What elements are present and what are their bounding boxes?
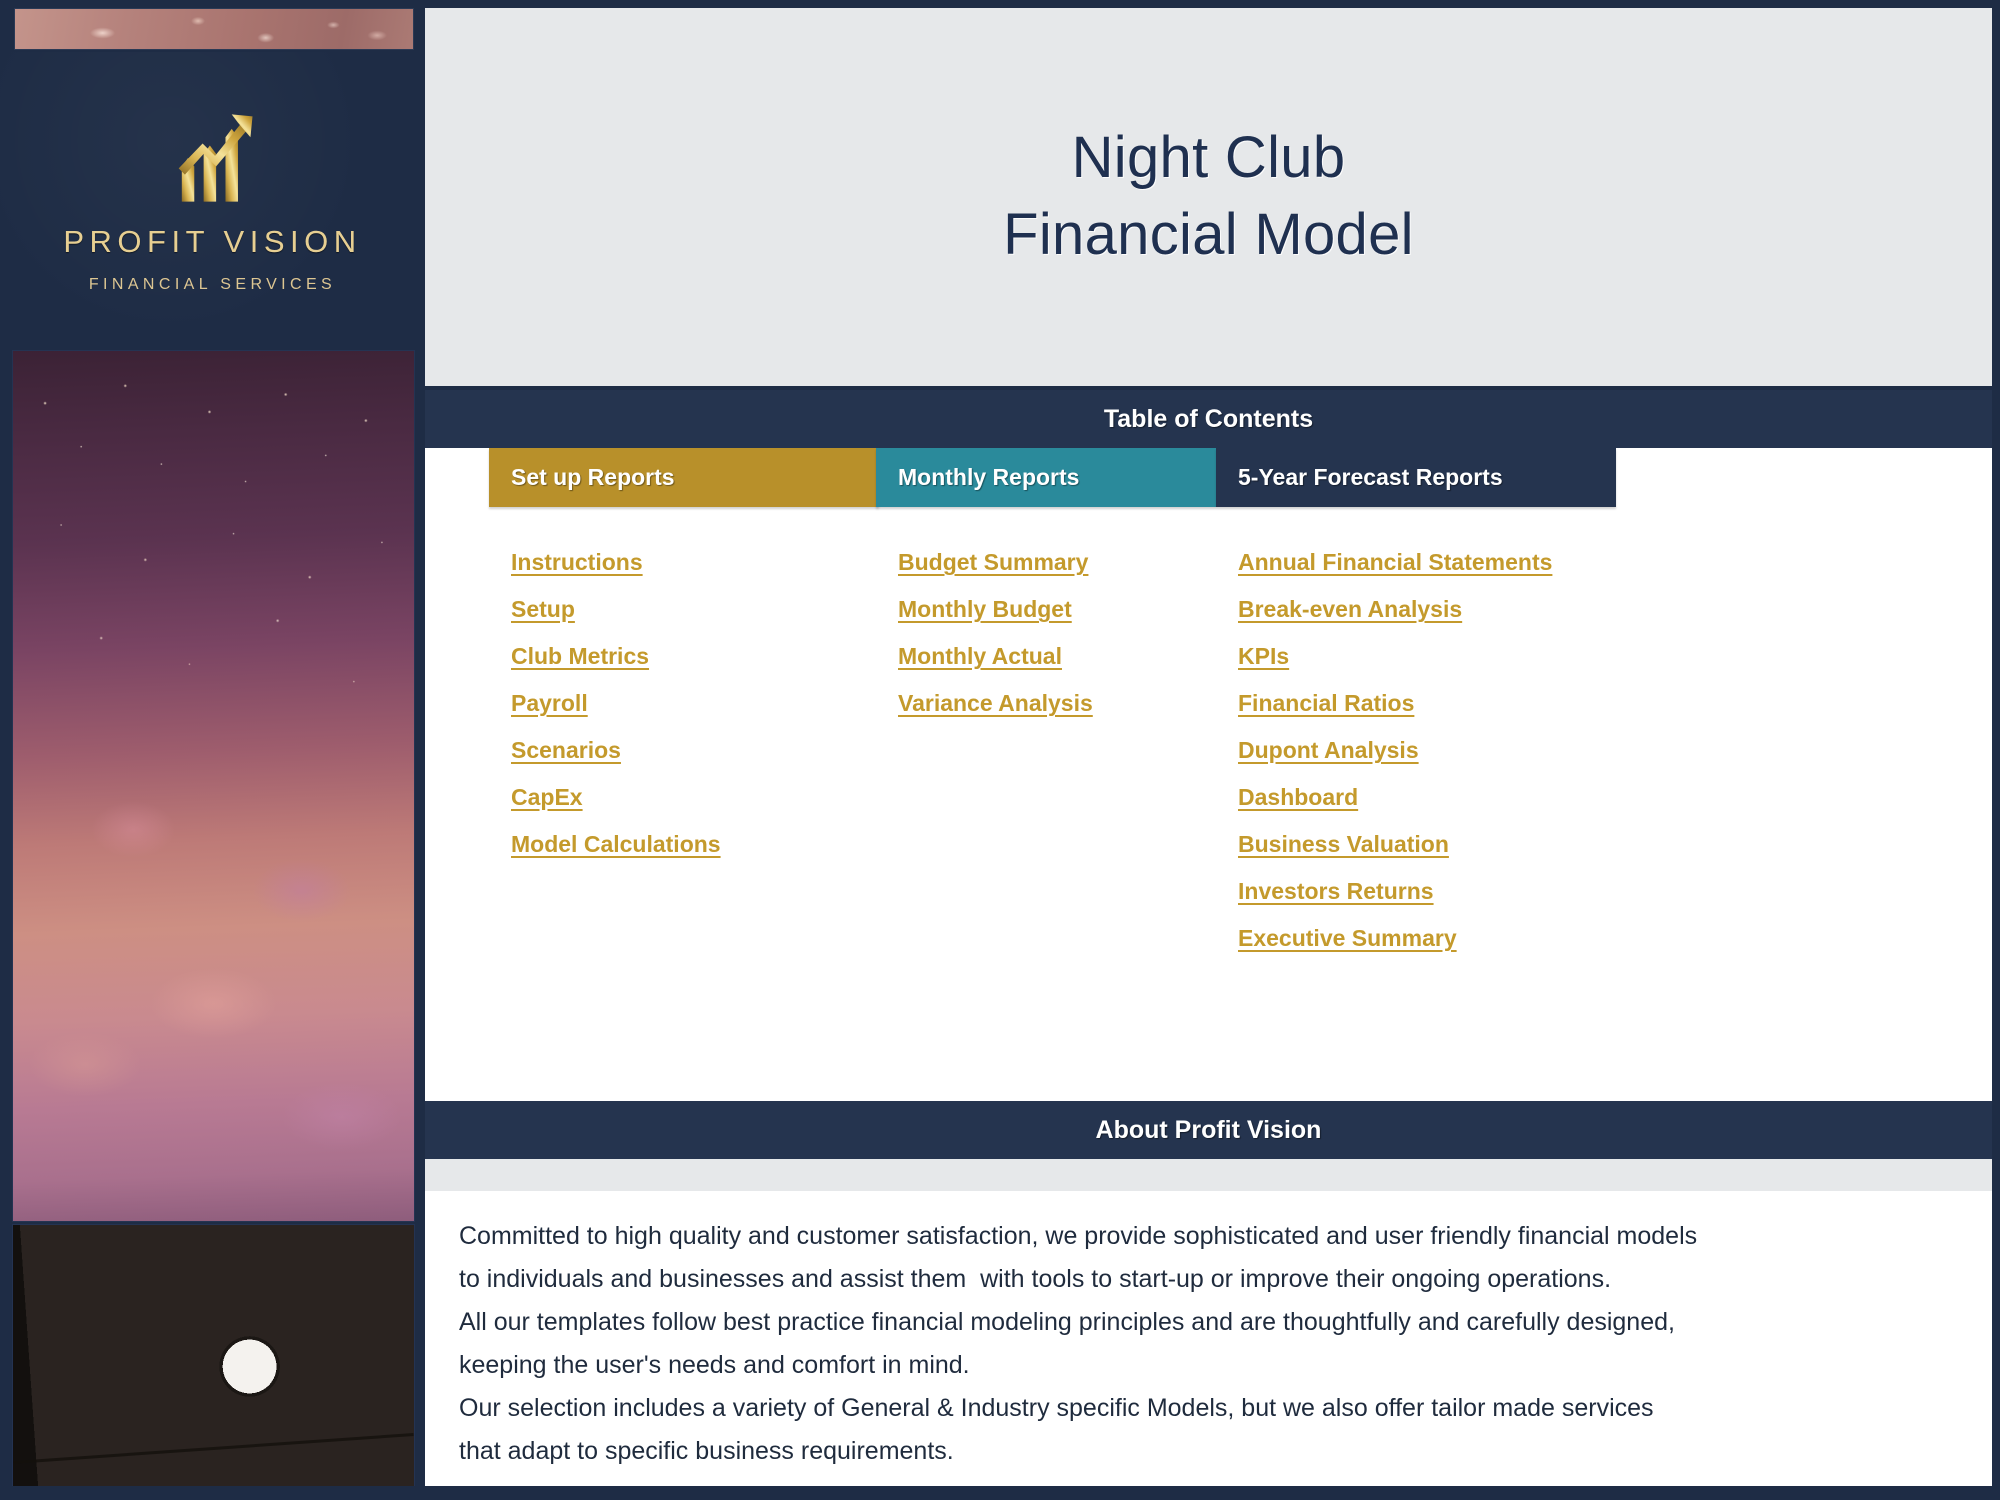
page-title: Night Club Financial Model (425, 8, 1992, 386)
about-spacer (425, 1159, 1992, 1191)
table-of-contents-body: Set up Reports Instructions Setup Club M… (425, 448, 1992, 1101)
about-section-body: Committed to high quality and customer s… (425, 1191, 1992, 1487)
toc-link-list-monthly: Budget Summary Monthly Budget Monthly Ac… (876, 551, 1216, 739)
toc-link-annual-financial-statements[interactable]: Annual Financial Statements (1238, 551, 1552, 574)
toc-link-scenarios[interactable]: Scenarios (511, 739, 621, 762)
night-club-crowd-photo (12, 350, 415, 1222)
brand-sidebar: PROFIT VISION FINANCIAL SERVICES (0, 0, 425, 1500)
toc-link-setup[interactable]: Setup (511, 598, 575, 621)
toc-column-forecast: 5-Year Forecast Reports Annual Financial… (1216, 448, 1616, 974)
about-line-5: Our selection includes a variety of Gene… (459, 1394, 1654, 1422)
bar-chart-growth-arrow-icon (178, 113, 253, 202)
toc-link-capex[interactable]: CapEx (511, 786, 583, 809)
about-section-header: About Profit Vision (425, 1101, 1992, 1159)
footer-band (0, 1486, 2000, 1500)
toc-link-list-forecast: Annual Financial Statements Break-even A… (1216, 551, 1616, 974)
page-title-line-2: Financial Model (1003, 202, 1414, 267)
toc-column-heading-forecast: 5-Year Forecast Reports (1216, 448, 1616, 507)
brand-tagline: FINANCIAL SERVICES (88, 275, 337, 293)
workbook-cover-sheet: PROFIT VISION FINANCIAL SERVICES Night C… (0, 0, 2000, 1500)
toc-link-budget-summary[interactable]: Budget Summary (898, 551, 1088, 574)
toc-link-executive-summary[interactable]: Executive Summary (1238, 927, 1457, 950)
toc-link-dupont-analysis[interactable]: Dupont Analysis (1238, 739, 1419, 762)
toc-column-setup: Set up Reports Instructions Setup Club M… (489, 448, 879, 880)
main-content: Night Club Financial Model Table of Cont… (425, 0, 2000, 1500)
brand-logo-panel: PROFIT VISION FINANCIAL SERVICES (0, 52, 425, 347)
table-of-contents-bar (425, 390, 1825, 448)
about-line-1: Committed to high quality and customer s… (459, 1222, 1698, 1250)
toc-link-list-setup: Instructions Setup Club Metrics Payroll … (489, 551, 879, 880)
toc-column-heading-setup: Set up Reports (489, 448, 879, 507)
toc-column-heading-monthly: Monthly Reports (876, 448, 1216, 507)
toc-link-kpis[interactable]: KPIs (1238, 645, 1289, 668)
about-line-2: to individuals and businesses and assist… (459, 1265, 1612, 1293)
toc-link-monthly-budget[interactable]: Monthly Budget (898, 598, 1072, 621)
toc-link-variance-analysis[interactable]: Variance Analysis (898, 692, 1093, 715)
toc-link-model-calculations[interactable]: Model Calculations (511, 833, 721, 856)
toc-column-monthly: Monthly Reports Budget Summary Monthly B… (876, 448, 1216, 739)
about-line-4: keeping the user's needs and comfort in … (459, 1351, 970, 1379)
toc-link-club-metrics[interactable]: Club Metrics (511, 645, 649, 668)
toc-link-financial-ratios[interactable]: Financial Ratios (1238, 692, 1414, 715)
texture-strip-image (14, 8, 414, 50)
brand-name: PROFIT VISION (63, 223, 362, 259)
toc-link-payroll[interactable]: Payroll (511, 692, 588, 715)
toc-link-monthly-actual[interactable]: Monthly Actual (898, 645, 1062, 668)
toc-link-dashboard[interactable]: Dashboard (1238, 786, 1358, 809)
dj-turntable-deck-photo (12, 1224, 415, 1488)
about-line-6: that adapt to specific business requirem… (459, 1437, 954, 1465)
toc-link-break-even-analysis[interactable]: Break-even Analysis (1238, 598, 1462, 621)
table-of-contents-bar-extension (1825, 390, 1992, 448)
page-title-line-1: Night Club (1071, 125, 1346, 191)
toc-link-instructions[interactable]: Instructions (511, 551, 643, 574)
about-line-3: All our templates follow best practice f… (459, 1308, 1675, 1336)
toc-link-business-valuation[interactable]: Business Valuation (1238, 833, 1449, 856)
toc-link-investors-returns[interactable]: Investors Returns (1238, 880, 1434, 903)
